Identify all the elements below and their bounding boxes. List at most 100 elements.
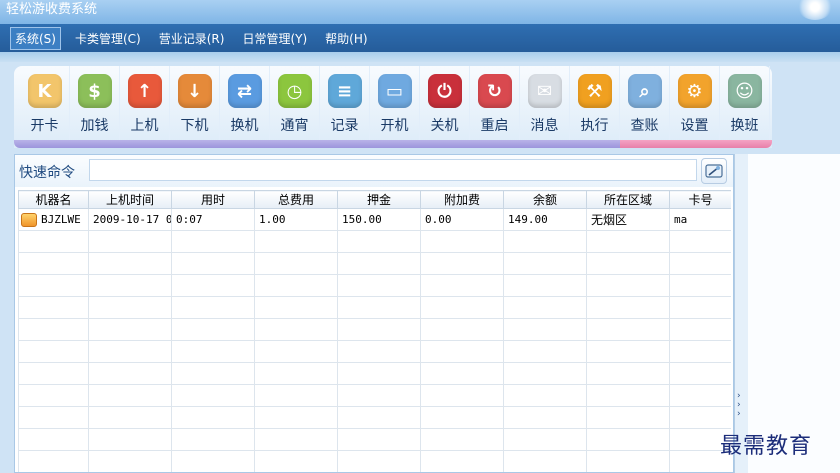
table-cell bbox=[171, 296, 255, 319]
toolbar-button-9[interactable]: ↻ 重启 bbox=[470, 66, 520, 140]
column-header[interactable]: 押金 bbox=[337, 190, 421, 209]
quick-command-input[interactable] bbox=[89, 159, 697, 181]
table-cell: 150.00 bbox=[337, 208, 421, 231]
table-cell bbox=[503, 252, 587, 275]
toolbar-button-label: 记录 bbox=[330, 118, 359, 134]
table-cell bbox=[337, 384, 421, 407]
toolbar-button-11[interactable]: ⚒ 执行 bbox=[570, 66, 620, 140]
computer-icon bbox=[21, 212, 37, 227]
settings-gear-icon: ⚙ bbox=[677, 74, 712, 108]
column-header[interactable]: 用时 bbox=[171, 190, 255, 209]
table-cell bbox=[669, 384, 731, 407]
toolbar-button-6[interactable]: ≡ 记录 bbox=[320, 66, 370, 140]
shift-change-users-icon: ☺ bbox=[727, 74, 762, 108]
table-row bbox=[18, 428, 731, 451]
table-cell bbox=[254, 362, 338, 385]
table-cell: 149.00 bbox=[503, 208, 587, 231]
table-cell bbox=[503, 450, 587, 472]
table-cell bbox=[503, 362, 587, 385]
table-cell bbox=[420, 362, 504, 385]
table-row bbox=[18, 340, 731, 363]
column-header[interactable]: 总费用 bbox=[254, 190, 338, 209]
quick-command-button[interactable] bbox=[701, 158, 727, 184]
table-row bbox=[18, 450, 731, 472]
table-cell bbox=[254, 318, 338, 341]
toolbar-button-label: 开卡 bbox=[30, 118, 59, 134]
table-cell bbox=[337, 230, 421, 253]
table-row bbox=[18, 252, 731, 275]
table-row bbox=[18, 384, 731, 407]
table-cell bbox=[254, 406, 338, 429]
toolbar-button-7[interactable]: ▭ 开机 bbox=[370, 66, 420, 140]
table-cell bbox=[337, 296, 421, 319]
toolbar-button-0[interactable]: K 开卡 bbox=[20, 66, 70, 140]
table-cell bbox=[337, 362, 421, 385]
menu-daily-management[interactable]: 日常管理(Y) bbox=[238, 28, 311, 49]
column-header[interactable]: 卡号 bbox=[669, 190, 731, 209]
table-cell bbox=[420, 428, 504, 451]
menu-card-management[interactable]: 卡类管理(C) bbox=[71, 28, 145, 49]
toolbar-button-8[interactable]: ⏻ 关机 bbox=[420, 66, 470, 140]
table-cell bbox=[586, 428, 670, 451]
toolbar-button-12[interactable]: ⌕ 查账 bbox=[620, 66, 670, 140]
table-cell bbox=[420, 296, 504, 319]
table-cell bbox=[18, 274, 89, 297]
table-cell bbox=[18, 428, 89, 451]
toolbar-button-4[interactable]: ⇄ 换机 bbox=[220, 66, 270, 140]
table-row[interactable]: BJZLWE 2009-10-17 0 0:07 1.00 150.00 0.00 149.… bbox=[18, 208, 731, 231]
column-header[interactable]: 余额 bbox=[503, 190, 587, 209]
command-run-icon bbox=[705, 164, 723, 178]
column-header[interactable]: 机器名 bbox=[18, 190, 89, 209]
table-cell bbox=[171, 362, 255, 385]
table-cell bbox=[669, 230, 731, 253]
power-on-icon: ▭ bbox=[377, 74, 412, 108]
table-cell bbox=[586, 230, 670, 253]
table-cell bbox=[254, 252, 338, 275]
table-cell bbox=[586, 274, 670, 297]
table-cell: 1.00 bbox=[254, 208, 338, 231]
toolbar-button-1[interactable]: $ 加钱 bbox=[70, 66, 120, 140]
table-cell bbox=[503, 340, 587, 363]
table-cell bbox=[420, 450, 504, 472]
machine-table: 机器名 上机时间 用时 总费用 押金 附加费 余额 所在区域 卡号 BJZLWE 2009-10-… bbox=[18, 190, 731, 472]
table-cell bbox=[503, 384, 587, 407]
toolbar-button-label: 换班 bbox=[730, 118, 759, 134]
toolbar-button-3[interactable]: ↓ 下机 bbox=[170, 66, 220, 140]
table-cell bbox=[337, 318, 421, 341]
power-off-icon: ⏻ bbox=[427, 74, 462, 108]
table-cell bbox=[254, 428, 338, 451]
table-cell bbox=[88, 406, 172, 429]
toolbar-button-13[interactable]: ⚙ 设置 bbox=[670, 66, 720, 140]
table-cell bbox=[420, 406, 504, 429]
table-cell bbox=[88, 362, 172, 385]
table-cell bbox=[18, 362, 89, 385]
expand-arrows-icon[interactable]: › › › bbox=[737, 392, 745, 419]
column-header[interactable]: 所在区域 bbox=[586, 190, 670, 209]
menu-help[interactable]: 帮助(H) bbox=[321, 28, 371, 49]
table-cell bbox=[503, 230, 587, 253]
watermark-text: 最需教育 bbox=[720, 434, 813, 459]
table-cell bbox=[18, 252, 89, 275]
menu-system[interactable]: 系统(S) bbox=[10, 26, 61, 50]
toolbar-button-5[interactable]: ◷ 通宵 bbox=[270, 66, 320, 140]
toolbar-button-label: 重启 bbox=[480, 118, 509, 134]
toolbar-button-2[interactable]: ↑ 上机 bbox=[120, 66, 170, 140]
machine-name: BJZLWE bbox=[41, 212, 81, 226]
title-orb-icon bbox=[798, 0, 832, 20]
column-header[interactable]: 附加费 bbox=[420, 190, 504, 209]
logon-icon: ↑ bbox=[127, 74, 162, 108]
table-cell bbox=[18, 230, 89, 253]
table-row bbox=[18, 318, 731, 341]
toolbar-button-10[interactable]: ✉ 消息 bbox=[520, 66, 570, 140]
toolbar-button-14[interactable]: ☺ 换班 bbox=[720, 66, 770, 140]
table-cell bbox=[254, 384, 338, 407]
table-cell bbox=[420, 318, 504, 341]
table-cell: 无烟区 bbox=[586, 208, 670, 231]
toolbar-button-label: 开机 bbox=[380, 118, 409, 134]
menu-business-records[interactable]: 营业记录(R) bbox=[155, 28, 229, 49]
column-header[interactable]: 上机时间 bbox=[88, 190, 172, 209]
table-cell bbox=[669, 340, 731, 363]
table-cell bbox=[669, 274, 731, 297]
table-cell bbox=[337, 450, 421, 472]
collapse-strip[interactable] bbox=[734, 154, 748, 473]
